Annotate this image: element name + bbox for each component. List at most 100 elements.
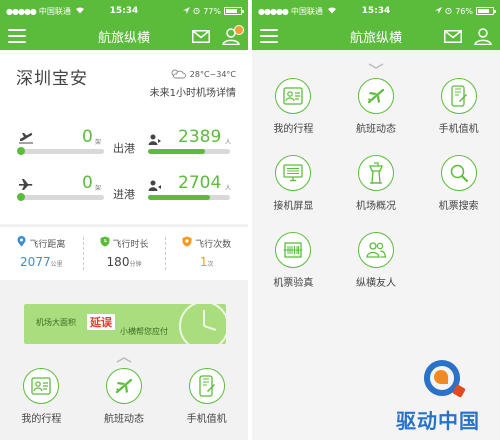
menu-label-mobile-checkin: 手机值机 [186,414,227,425]
stat-distance-label: 飞行距离 [29,239,66,250]
stat-count: 飞行次数 1次 [165,227,248,280]
mail-icon[interactable] [192,29,210,43]
arrival-passenger-bar [148,195,230,200]
arrival-flight-unit: 架 [95,185,102,192]
stat-duration: 飞行时长 180分钟 [82,227,166,280]
cloudy-weather-icon [170,68,186,81]
feature-row-1: 我的行程 航班动态 手机值机 [252,78,500,138]
feature-grid: 我的行程 航班动态 手机值机 接机屏显 机场概况 机票搜索 机票验真 纵横友人 [252,78,500,309]
screen-icon [275,155,312,191]
watermark-text: 驱动中国 [396,409,480,433]
menu-label-flight-status: 航班动态 [104,414,144,425]
menu-item-pickup-display[interactable]: 接机屏显 [252,155,335,215]
watermark-logo: 驱动中国 [396,360,490,436]
itinerary-icon [23,368,60,404]
bird-logo-icon [434,370,448,384]
battery-percent: 77% [203,6,221,16]
nav-bar: 航旅纵横 [252,22,500,50]
feature-row-3: 机票验真 纵横友人 [252,232,500,292]
clock-icon [176,304,226,344]
arrival-flight-bar [17,193,104,201]
menu-item-friends[interactable]: 纵横友人 [335,232,418,292]
menu-item-flight-status[interactable]: 航班动态 [83,368,166,425]
stat-duration-label: 飞行时长 [112,239,149,250]
departure-label: 出港 [113,142,135,155]
menu-icon[interactable] [8,29,26,43]
menu-item-airport-overview[interactable]: 机场概况 [335,155,418,215]
departure-row: 0 架 出港 2389 人 [17,127,234,160]
battery-percent: 76% [455,6,473,16]
mail-icon[interactable] [444,29,462,43]
location-pin-icon [17,236,26,250]
wifi-icon [327,6,337,16]
chevron-down-icon[interactable] [368,54,384,73]
stat-duration-value: 180 [106,255,130,269]
alarm-icon [445,7,452,16]
departure-passenger-bar [148,149,230,154]
stat-distance: 飞行距离 2077公里 [0,227,83,280]
stat-count-label: 飞行次数 [195,239,232,250]
user-icon[interactable] [474,27,492,45]
carrier-label: 中国联通 [38,6,71,16]
departure-flight-count: 0 [82,127,93,147]
menu-label-mobile-checkin: 手机值机 [438,124,479,135]
menu-item-itinerary[interactable]: 我的行程 [0,368,83,425]
menu-item-mobile-checkin[interactable]: 手机值机 [417,78,500,138]
departure-flight-bar [17,147,104,155]
temperature-range: 28°C~34°C [189,70,236,79]
arrival-flight-count: 0 [82,173,93,193]
departure-passenger-count: 2389 [178,127,222,147]
trophy-icon [182,236,192,250]
stat-count-unit: 次 [207,261,214,268]
menu-item-flight-status[interactable]: 航班动态 [335,78,418,138]
menu-label-airport-overview: 机场概况 [356,201,396,212]
menu-item-ticket-verify[interactable]: 机票验真 [252,232,335,292]
quick-menu-row: 我的行程 航班动态 手机值机 [0,368,248,425]
friends-icon [358,232,394,268]
empty-slot [417,232,500,292]
status-bar: ●●●●● 中国联通 15:34 76% [252,0,500,22]
itinerary-icon [275,78,312,114]
menu-item-mobile-checkin[interactable]: 手机值机 [165,368,248,425]
phone-checkin-icon [188,368,225,404]
tower-icon [358,155,394,191]
chevron-up-icon[interactable] [116,348,132,367]
wifi-icon [75,6,85,16]
arrival-passenger-icon [148,177,162,196]
flight-stats-panel[interactable]: 飞行距离 2077公里 飞行时长 180分钟 飞行次数 1次 [0,226,248,280]
nav-bar: 航旅纵横 [0,22,248,50]
menu-label-friends: 纵横友人 [356,278,396,289]
search-icon [440,155,477,191]
delay-promo-banner[interactable]: 机场大面积 延误 小横帮您应付 [24,304,226,344]
banner-text-3: 小横帮您应付 [120,327,168,336]
menu-label-pickup-display: 接机屏显 [273,201,314,212]
departure-passenger-unit: 人 [225,139,232,146]
ticket-verify-icon [275,232,312,268]
feature-row-2: 接机屏显 机场概况 机票搜索 [252,155,500,215]
phone-checkin-icon [440,78,477,114]
plane-icon [358,78,394,114]
battery-icon [476,7,496,15]
airport-weather-card[interactable]: 深圳宝安 28°C~34°C 未来1小时机场详情 0 架 出港 2389 人 0… [0,50,248,224]
forecast-link[interactable]: 未来1小时机场详情 [150,84,236,99]
carrier-label: 中国联通 [290,6,323,16]
menu-item-ticket-search[interactable]: 机票搜索 [417,155,500,215]
menu-label-itinerary: 我的行程 [21,414,62,425]
location-icon [435,6,443,16]
arrival-passenger-count: 2704 [178,173,222,193]
banner-text-1: 机场大面积 [36,318,76,327]
stat-duration-unit: 分钟 [129,261,142,268]
plane-icon [106,368,142,404]
arrival-label: 进港 [113,188,135,201]
arrival-passenger-unit: 人 [225,185,232,192]
notification-badge [234,25,244,35]
stat-distance-value: 2077 [20,255,51,269]
menu-label-ticket-search: 机票搜索 [438,201,479,212]
signal-icon: ●●●●● [258,6,289,16]
shield-clock-icon [100,236,110,250]
battery-icon [224,7,244,15]
location-icon [183,6,191,16]
right-phone-screen: ●●●●● 中国联通 15:34 76% 航旅纵横 我的行程 航班动态 手机值机… [252,0,500,440]
menu-icon[interactable] [260,29,278,43]
menu-item-itinerary[interactable]: 我的行程 [252,78,335,138]
